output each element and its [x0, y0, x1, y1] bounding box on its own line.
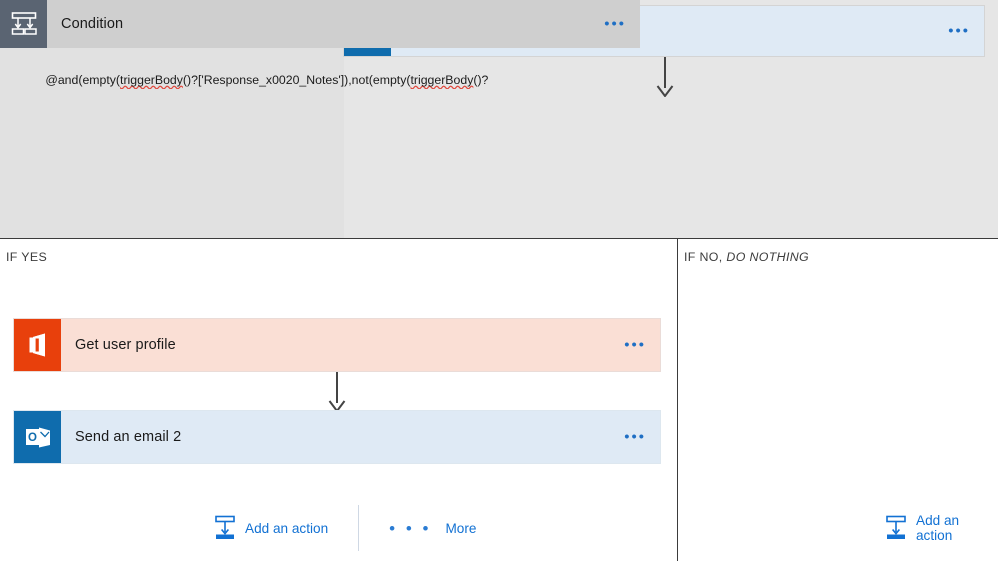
condition-overflow-menu-icon[interactable]: •••	[604, 17, 626, 32]
add-an-action-button-yes[interactable]: Add an action	[207, 511, 334, 545]
send-an-email-title: Send an email 2	[75, 429, 182, 445]
get-user-profile-body: Get user profile •••	[61, 319, 660, 371]
expr-token-triggerbody-1: triggerBody	[120, 73, 183, 87]
branch-divider-vertical	[677, 239, 678, 561]
action-card-send-an-email[interactable]: O Send an email 2 •••	[14, 411, 660, 463]
condition-card-header: Condition •••	[0, 0, 640, 48]
more-dots-icon: • • •	[389, 518, 432, 538]
svg-text:O: O	[28, 432, 37, 444]
add-action-icon	[213, 515, 237, 541]
send-an-email-body: Send an email 2 •••	[61, 411, 660, 463]
add-an-action-button-no[interactable]: Add an action	[878, 509, 998, 547]
get-user-profile-overflow-menu-icon[interactable]: •••	[624, 338, 646, 353]
connector-arrow-trigger-to-condition	[652, 57, 678, 102]
outlook-icon: O	[14, 411, 61, 463]
branch-label-if-no: IF NO, DO NOTHING	[684, 250, 809, 264]
condition-card-header-body: Condition •••	[47, 0, 640, 48]
branch-label-if-yes: IF YES	[6, 250, 48, 264]
expr-part-1: @and(empty(	[45, 73, 121, 87]
add-action-icon	[884, 515, 908, 541]
branch-label-if-no-emphasis: DO NOTHING	[726, 250, 810, 264]
send-an-email-overflow-menu-icon[interactable]: •••	[624, 430, 646, 445]
condition-branch-icon	[0, 0, 47, 48]
condition-expression-field[interactable]: @and(empty(triggerBody()?['Response_x002…	[11, 52, 629, 90]
condition-title: Condition	[61, 16, 124, 32]
expr-part-1c: ()?	[473, 73, 489, 87]
branch-divider-horizontal	[0, 238, 998, 239]
branch-label-if-no-prefix: IF NO,	[684, 250, 723, 264]
expr-token-triggerbody-2: triggerBody	[410, 73, 474, 87]
footer-separator	[358, 505, 360, 551]
office365-users-icon	[14, 319, 61, 371]
flow-designer-canvas: S When an existing item is modified •••	[0, 0, 998, 561]
no-branch-footer: Add an action	[878, 508, 998, 548]
more-button[interactable]: • • • More	[383, 516, 482, 541]
expr-part-1b: ()?['Response_x0020_Notes']),not(empty(	[182, 73, 411, 87]
more-label: More	[445, 520, 477, 536]
condition-expression-text[interactable]: @and(empty(triggerBody()?['Response_x002…	[12, 53, 611, 89]
action-card-get-user-profile[interactable]: Get user profile •••	[14, 319, 660, 371]
add-an-action-label-no: Add an action	[916, 513, 960, 543]
yes-branch-footer: Add an action • • • More	[207, 505, 482, 551]
trigger-overflow-menu-icon[interactable]: •••	[948, 24, 970, 39]
get-user-profile-title: Get user profile	[75, 337, 176, 353]
add-an-action-label-yes: Add an action	[245, 520, 329, 536]
